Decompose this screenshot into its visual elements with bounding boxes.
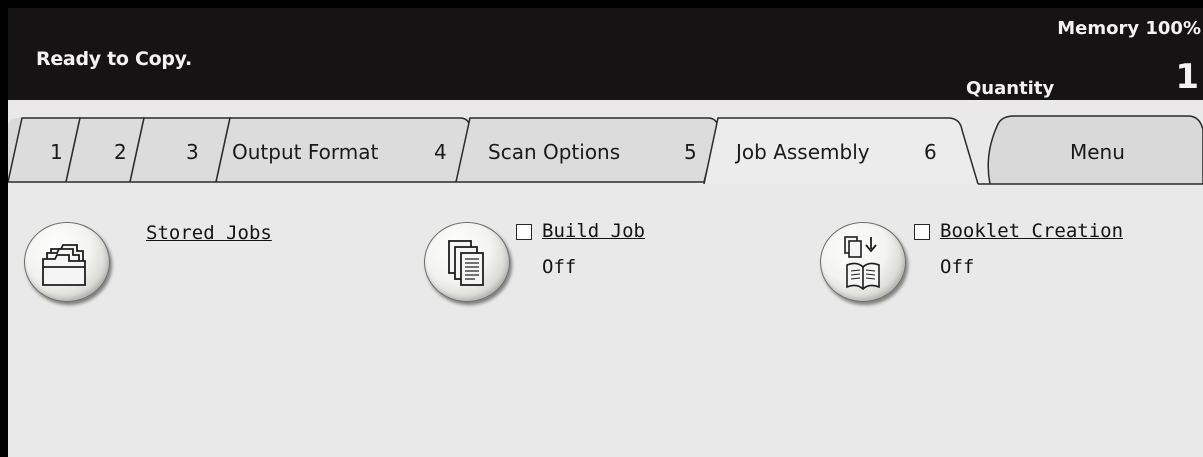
build-job-button[interactable] bbox=[424, 222, 510, 302]
booklet-creation-title[interactable]: Booklet Creation bbox=[940, 220, 1123, 242]
tab-5-number[interactable]: 5 bbox=[684, 140, 697, 164]
booklet-creation-checkbox[interactable] bbox=[914, 224, 930, 240]
quantity-value[interactable]: 1 bbox=[1175, 60, 1199, 94]
tab-scan-options[interactable]: Scan Options bbox=[488, 140, 620, 164]
tab-6-number[interactable]: 6 bbox=[924, 140, 937, 164]
memory-indicator: Memory 100% bbox=[1057, 18, 1201, 39]
tab-job-assembly[interactable]: Job Assembly bbox=[736, 140, 870, 164]
booklet-creation-button[interactable] bbox=[820, 222, 906, 302]
stacked-pages-icon bbox=[448, 240, 484, 286]
build-job-title[interactable]: Build Job bbox=[542, 220, 645, 242]
booklet-icon bbox=[844, 236, 880, 291]
tab-3-number[interactable]: 3 bbox=[186, 140, 199, 164]
copier-screen: Ready to Copy. Memory 100% Quantity 1 1 … bbox=[8, 8, 1203, 457]
booklet-creation-value: Off bbox=[940, 256, 975, 278]
status-message: Ready to Copy. bbox=[36, 48, 192, 70]
tab-output-format[interactable]: Output Format bbox=[232, 140, 378, 164]
folder-icon bbox=[42, 244, 86, 286]
tab-1[interactable]: 1 bbox=[50, 140, 63, 164]
build-job-checkbox[interactable] bbox=[516, 224, 532, 240]
menu-button[interactable]: Menu bbox=[1070, 140, 1125, 164]
stored-jobs-title[interactable]: Stored Jobs bbox=[146, 222, 272, 244]
tab-2[interactable]: 2 bbox=[114, 140, 127, 164]
stored-jobs-button[interactable] bbox=[24, 222, 110, 302]
tab-strip: 1 2 3 Output Format 4 Scan Options 5 Job… bbox=[8, 100, 1203, 190]
quantity-label: Quantity bbox=[966, 78, 1055, 99]
build-job-value: Off bbox=[542, 256, 577, 278]
tab-4-number[interactable]: 4 bbox=[434, 140, 447, 164]
status-header: Ready to Copy. Memory 100% Quantity 1 bbox=[8, 8, 1203, 106]
